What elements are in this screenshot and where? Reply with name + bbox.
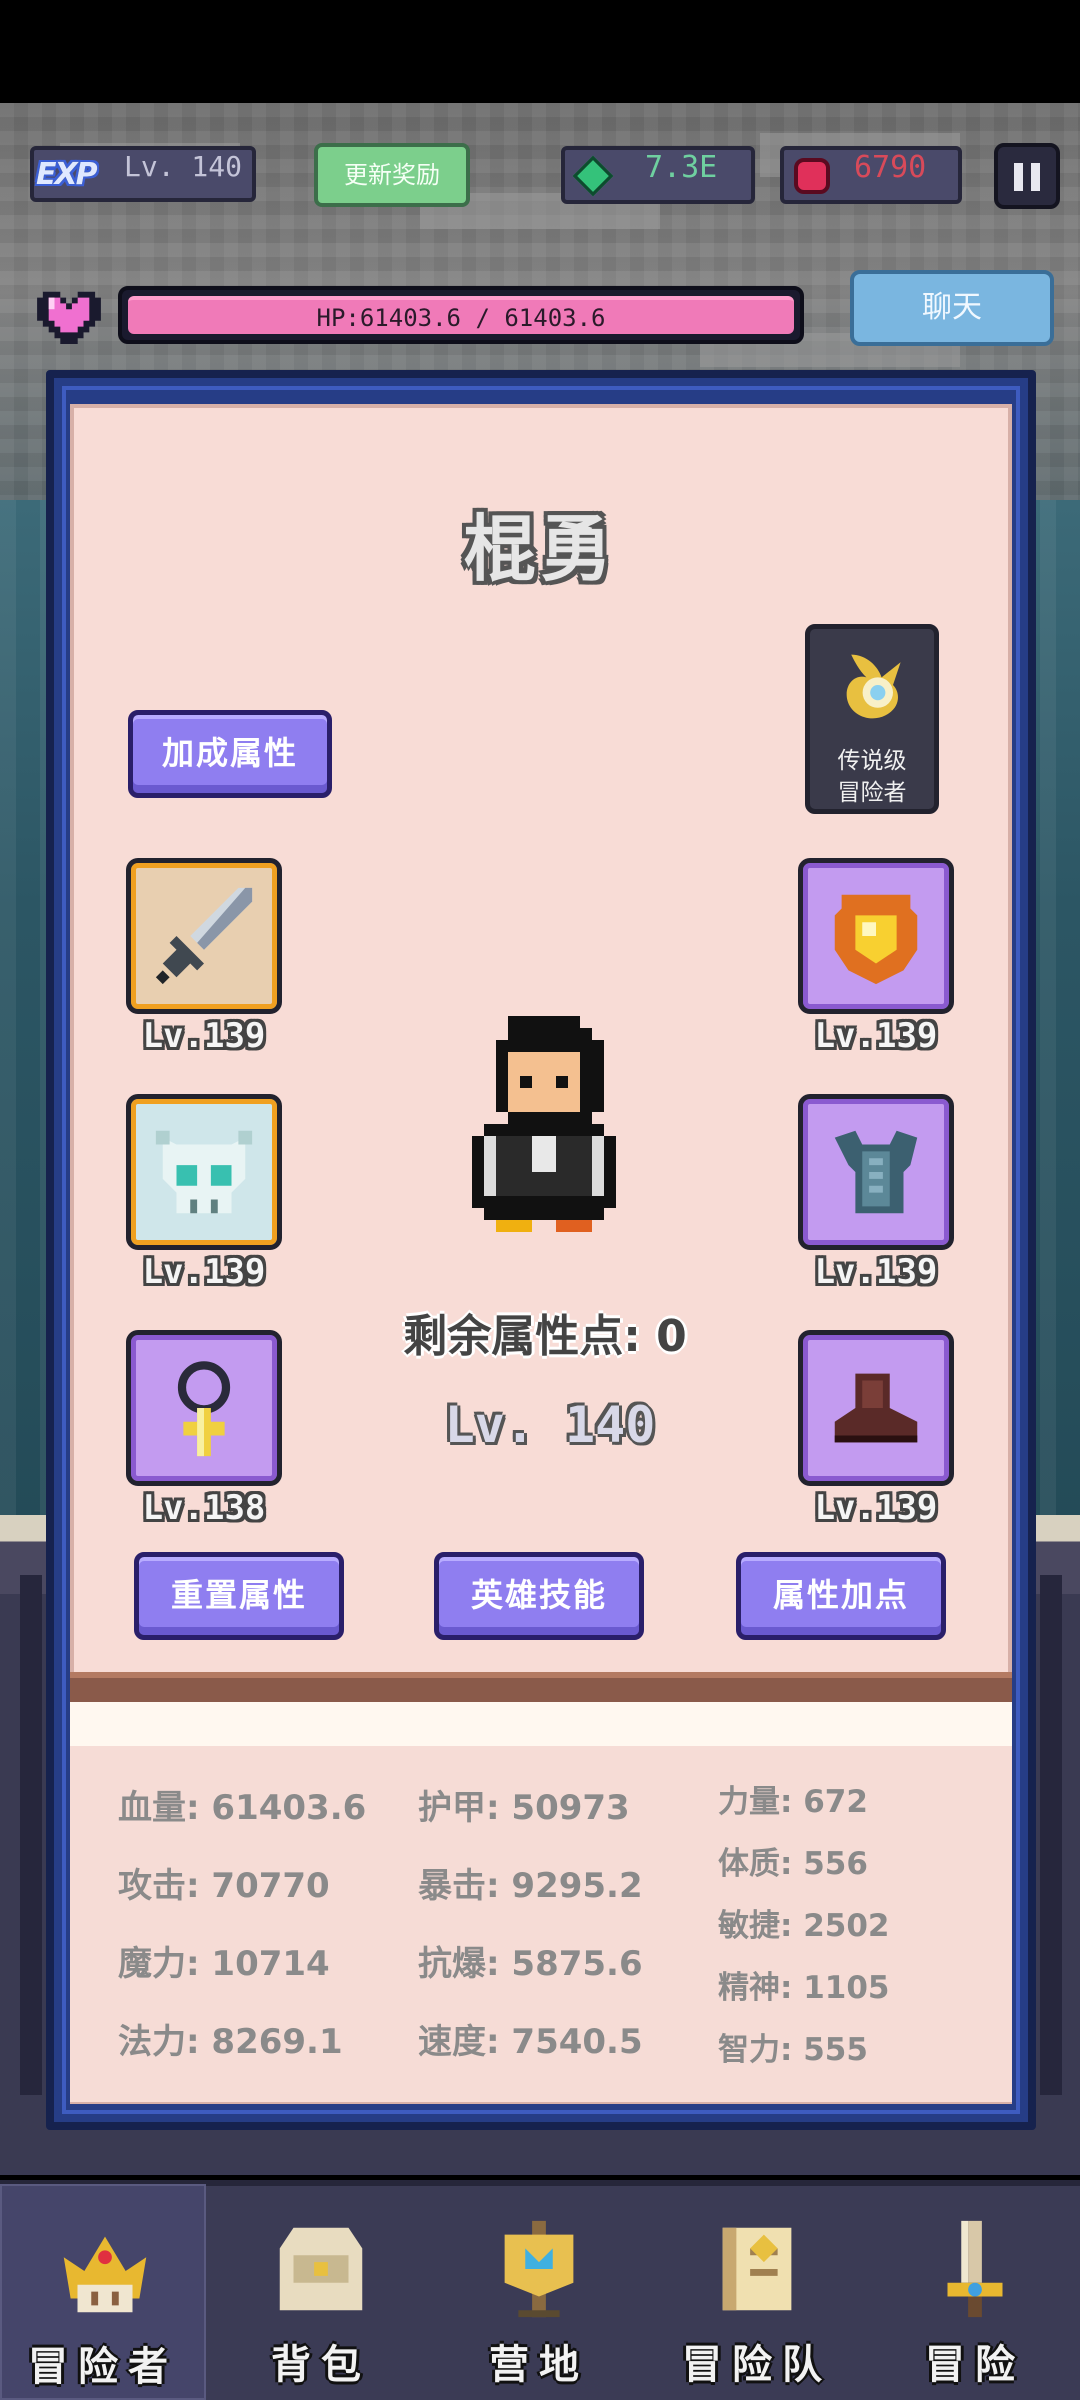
game-screen: EXP Lv. 140 更新奖励 7.3E 6790 HP:61403.6 / … <box>0 0 1080 2400</box>
green-gem-icon <box>572 155 614 197</box>
legendary-emblem-icon <box>846 654 901 719</box>
pause-button[interactable] <box>994 143 1060 209</box>
necklace-slot[interactable] <box>126 1330 282 1486</box>
nav-party-label: 冒险队 <box>682 2342 832 2388</box>
hero-skills-button[interactable]: 英雄技能 <box>434 1552 644 1640</box>
allocate-points-button[interactable]: 属性加点 <box>736 1552 946 1640</box>
stat-constitution: 体质: 556 <box>718 1846 868 1882</box>
camp-banner-icon <box>504 2220 574 2318</box>
stat-strength: 力量: 672 <box>718 1784 868 1820</box>
shield-icon <box>834 894 918 985</box>
nav-adventurer[interactable]: 冒险者 <box>0 2184 206 2400</box>
hero-sprite <box>472 1016 616 1232</box>
crown-helmet-icon <box>63 2236 147 2313</box>
boots-slot[interactable] <box>798 1330 954 1486</box>
heart-icon <box>37 291 101 344</box>
armor-icon <box>834 1130 918 1214</box>
bonus-attributes-button[interactable]: 加成属性 <box>128 710 332 798</box>
stat-crit-resist: 抗爆: 5875.6 <box>418 1944 643 1984</box>
stat-hp: 血量: 61403.6 <box>118 1788 367 1828</box>
weapon-slot[interactable] <box>126 858 282 1014</box>
armor-slot[interactable] <box>798 1094 954 1250</box>
badge-rank-label: 传说级 <box>837 748 907 774</box>
chat-button[interactable]: 聊天 <box>850 270 1054 346</box>
exp-badge-icon: EXP <box>36 157 98 192</box>
stat-magic: 魔力: 10714 <box>118 1944 330 1984</box>
badge-class-label: 冒险者 <box>837 780 907 806</box>
helmet-slot[interactable] <box>126 1094 282 1250</box>
sword-hilt-icon <box>947 2220 1003 2318</box>
nav-adventure-label: 冒险 <box>925 2342 1025 2388</box>
stat-mana: 法力: 8269.1 <box>118 2022 343 2062</box>
backpack-icon <box>279 2227 363 2311</box>
stat-attack: 攻击: 70770 <box>118 1866 330 1906</box>
stat-agility: 敏捷: 2502 <box>718 1908 890 1944</box>
shield-slot[interactable] <box>798 858 954 1014</box>
boots-level: Lv.139 <box>814 1488 938 1528</box>
hero-name: 棍勇 <box>463 507 616 591</box>
remaining-points: 剩余属性点: 0 <box>403 1311 687 1362</box>
red-gem-icon <box>794 158 830 194</box>
stat-spirit: 精神: 1105 <box>718 1970 890 2006</box>
green-gem-amount: 7.3E <box>645 150 718 185</box>
panel-divider <box>70 1672 1012 1702</box>
legendary-rank-badge[interactable]: 传说级 冒险者 <box>805 624 939 814</box>
sword-icon <box>155 887 253 985</box>
stat-intellect: 智力: 555 <box>718 2032 868 2068</box>
weapon-level: Lv.139 <box>142 1016 266 1056</box>
refresh-rewards-button[interactable]: 更新奖励 <box>314 143 470 207</box>
nav-adventurer-label: 冒险者 <box>28 2344 178 2390</box>
necklace-level: Lv.138 <box>142 1488 266 1528</box>
nav-backpack-label: 背包 <box>271 2342 371 2388</box>
exp-level-display: EXP Lv. 140 <box>30 146 256 202</box>
cross-necklace-icon <box>177 1361 231 1457</box>
hp-bar: HP:61403.6 / 61403.6 <box>118 286 804 344</box>
stat-armor: 护甲: 50973 <box>418 1788 630 1828</box>
nav-camp[interactable]: 营地 <box>436 2184 642 2400</box>
armor-level: Lv.139 <box>814 1252 938 1292</box>
nav-adventure[interactable]: 冒险 <box>872 2184 1078 2400</box>
hero-level: Lv. 140 <box>444 1396 656 1454</box>
party-book-icon <box>722 2227 792 2311</box>
pause-icon <box>1014 163 1023 191</box>
green-gem-counter[interactable]: 7.3E <box>561 146 755 204</box>
nav-camp-label: 营地 <box>489 2342 589 2388</box>
shield-level: Lv.139 <box>814 1016 938 1056</box>
stat-crit: 暴击: 9295.2 <box>418 1866 643 1906</box>
red-gem-amount: 6790 <box>854 150 927 185</box>
reset-attributes-button[interactable]: 重置属性 <box>134 1552 344 1640</box>
skull-helmet-icon <box>155 1130 253 1214</box>
red-gem-counter[interactable]: 6790 <box>780 146 962 204</box>
hp-bar-text: HP:61403.6 / 61403.6 <box>128 296 794 334</box>
nav-party[interactable]: 冒险队 <box>654 2184 860 2400</box>
nav-backpack[interactable]: 背包 <box>218 2184 424 2400</box>
boots-icon <box>834 1373 918 1443</box>
stat-speed: 速度: 7540.5 <box>418 2022 643 2062</box>
player-level: Lv. 140 <box>124 150 243 183</box>
helmet-level: Lv.139 <box>142 1252 266 1292</box>
